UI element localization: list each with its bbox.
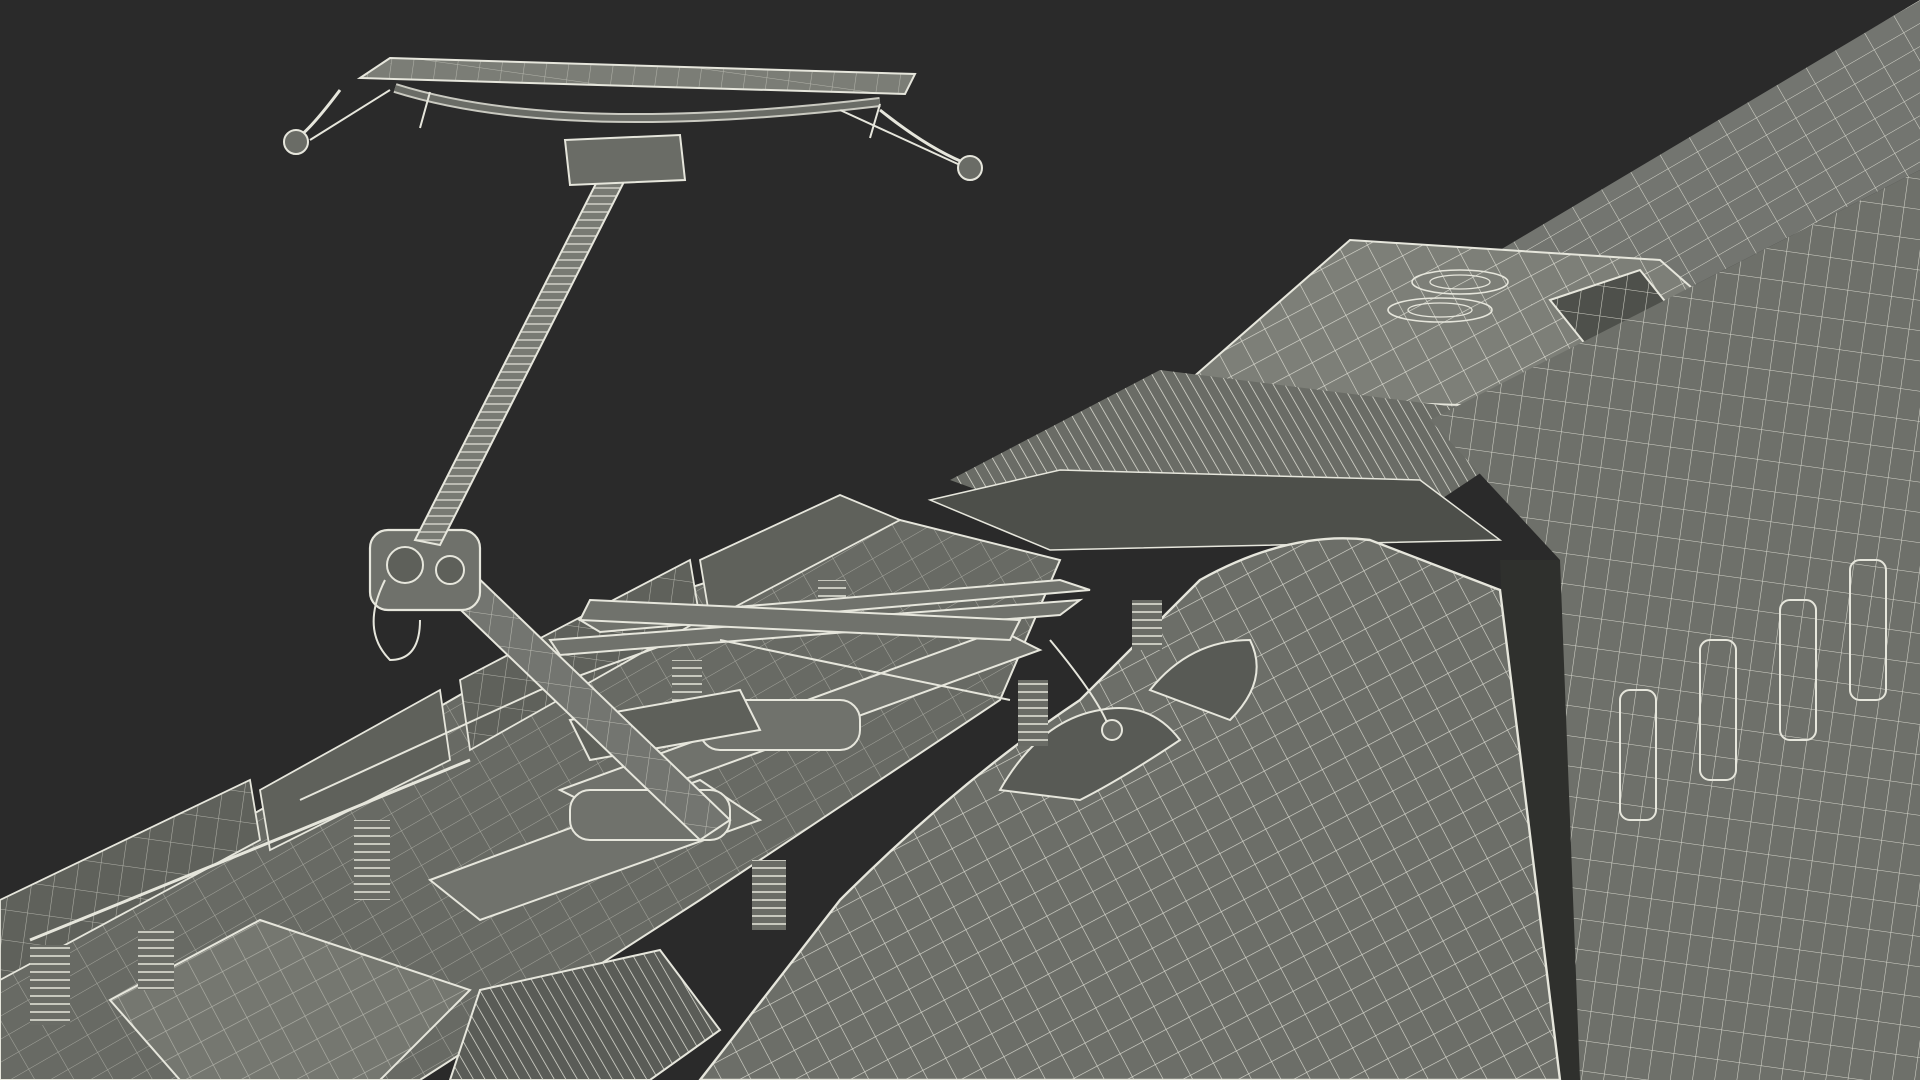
insulator — [752, 860, 786, 930]
insulator — [1132, 600, 1162, 650]
render-viewport — [0, 0, 1920, 1080]
insulator — [30, 945, 70, 1025]
insulator — [138, 930, 174, 990]
wireframe-render — [0, 0, 1920, 1080]
insulator — [354, 820, 390, 900]
insulator — [1018, 680, 1048, 746]
knee-joint — [368, 528, 482, 662]
